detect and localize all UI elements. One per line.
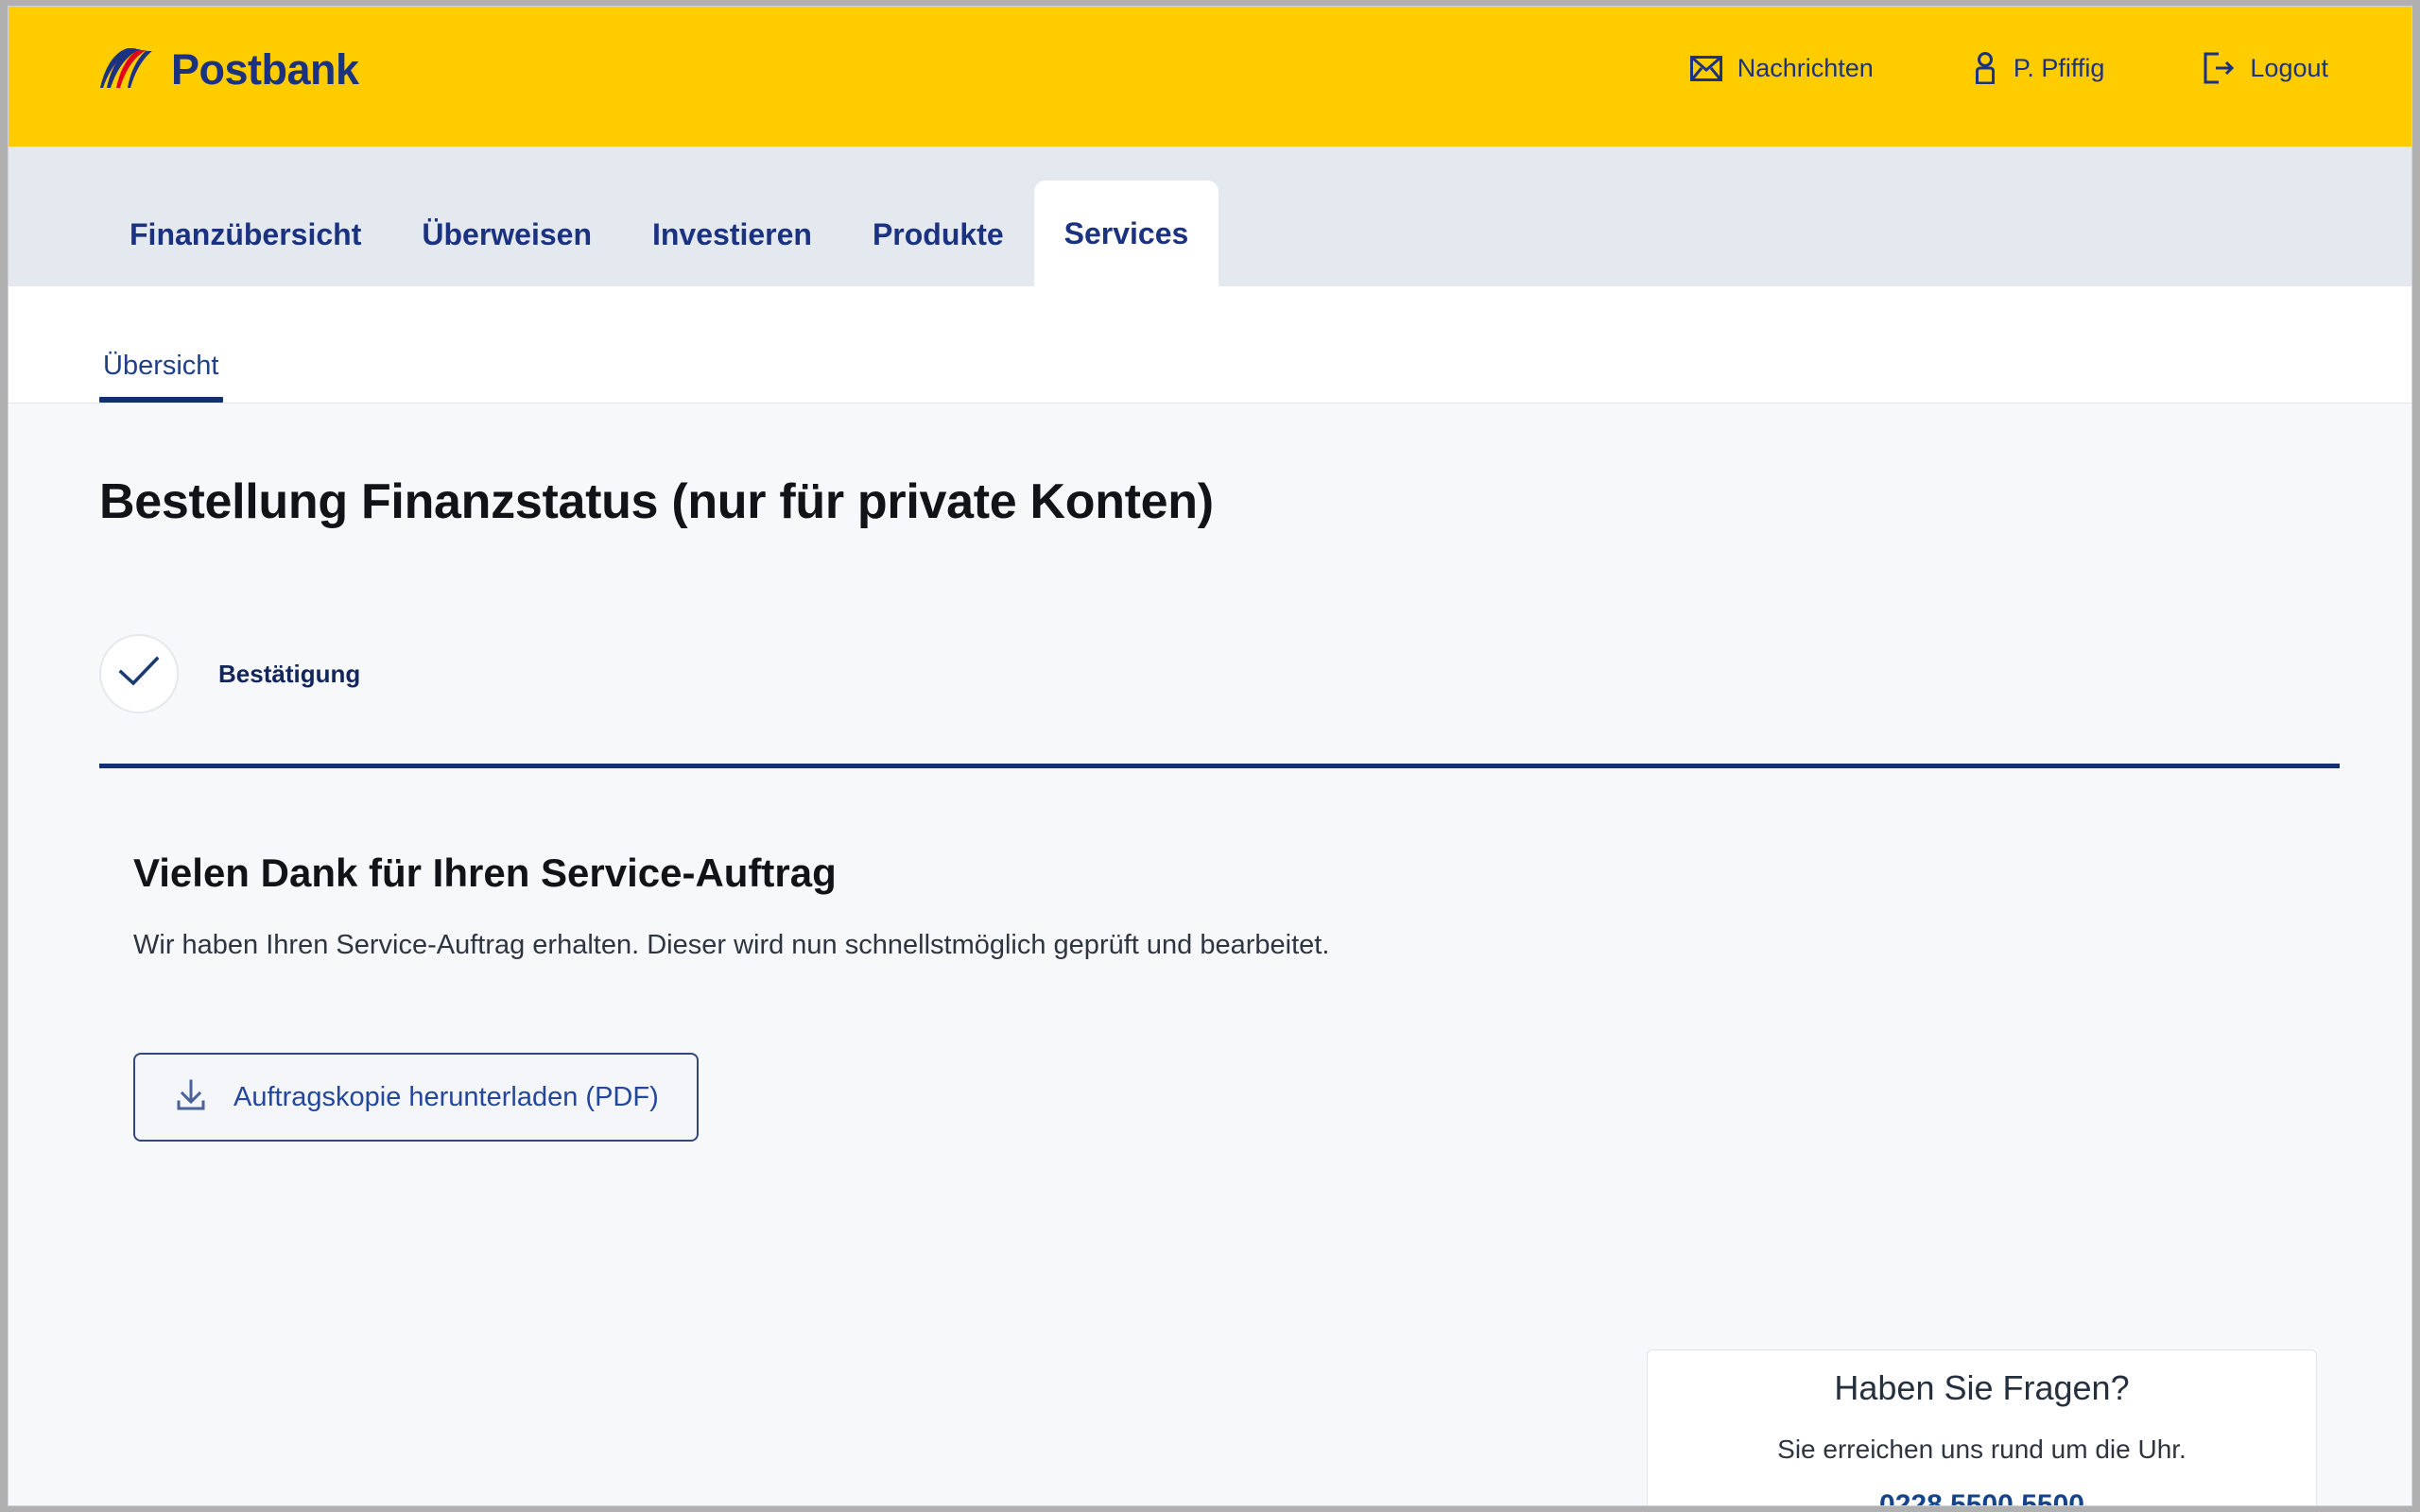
messages-label: Nachrichten	[1737, 53, 1874, 82]
step-label: Bestätigung	[218, 659, 361, 688]
help-card-title: Haben Sie Fragen?	[1834, 1367, 2130, 1407]
logout-button[interactable]: Logout	[2203, 52, 2328, 84]
nav-item-produkte[interactable]: Produkte	[842, 182, 1034, 286]
messages-link[interactable]: Nachrichten	[1689, 53, 1874, 82]
main-navigation: Finanzübersicht Überweisen Investieren P…	[9, 146, 2411, 286]
brand-name: Postbank	[171, 44, 359, 94]
nav-item-ueberweisen[interactable]: Überweisen	[391, 182, 622, 286]
postbank-logo[interactable]: Postbank	[99, 46, 359, 92]
step-status-circle	[99, 634, 179, 713]
help-card: Haben Sie Fragen? Sie erreichen uns rund…	[1647, 1349, 2317, 1506]
nav-item-finanzuebersicht[interactable]: Finanzübersicht	[99, 182, 391, 286]
envelope-icon	[1689, 55, 1722, 81]
step-indicator: Bestätigung	[99, 634, 360, 713]
postbank-swoosh-logo-icon	[99, 46, 158, 92]
page-content: Bestellung Finanzstatus (nur für private…	[9, 404, 2411, 1505]
sub-nav-list: Übersicht	[99, 285, 223, 403]
subnav-item-uebersicht[interactable]: Übersicht	[99, 351, 223, 403]
browser-page: Postbank Nachrichten P. Pfiffig Logout F…	[8, 6, 2412, 1506]
help-card-subtitle: Sie erreichen uns rund um die Uhr.	[1777, 1434, 2187, 1464]
page-title: Bestellung Finanzstatus (nur für private…	[99, 474, 1214, 529]
confirmation-heading: Vielen Dank für Ihren Service-Auftrag	[133, 850, 837, 895]
logout-label: Logout	[2250, 53, 2328, 82]
main-nav-list: Finanzübersicht Überweisen Investieren P…	[99, 146, 1219, 286]
download-icon	[173, 1077, 209, 1118]
check-icon	[118, 656, 160, 693]
user-icon	[1972, 52, 1998, 84]
user-account-link[interactable]: P. Pfiffig	[1972, 52, 2105, 84]
nav-item-investieren[interactable]: Investieren	[622, 182, 842, 286]
download-pdf-button[interactable]: Auftragskopie herunterladen (PDF)	[133, 1053, 699, 1142]
help-card-phone-link[interactable]: 0228 5500 5500	[1879, 1489, 2084, 1506]
download-pdf-label: Auftragskopie herunterladen (PDF)	[233, 1081, 659, 1112]
site-header: Postbank Nachrichten P. Pfiffig Logout	[9, 7, 2411, 146]
header-actions: Nachrichten P. Pfiffig Logout	[1689, 52, 2328, 84]
user-name-label: P. Pfiffig	[2013, 53, 2105, 82]
sub-navigation: Übersicht	[9, 286, 2411, 404]
logout-icon	[2203, 52, 2235, 84]
nav-item-services[interactable]: Services	[1033, 180, 1219, 286]
section-divider	[99, 764, 2340, 768]
confirmation-paragraph: Wir haben Ihren Service-Auftrag erhalten…	[133, 930, 1330, 960]
